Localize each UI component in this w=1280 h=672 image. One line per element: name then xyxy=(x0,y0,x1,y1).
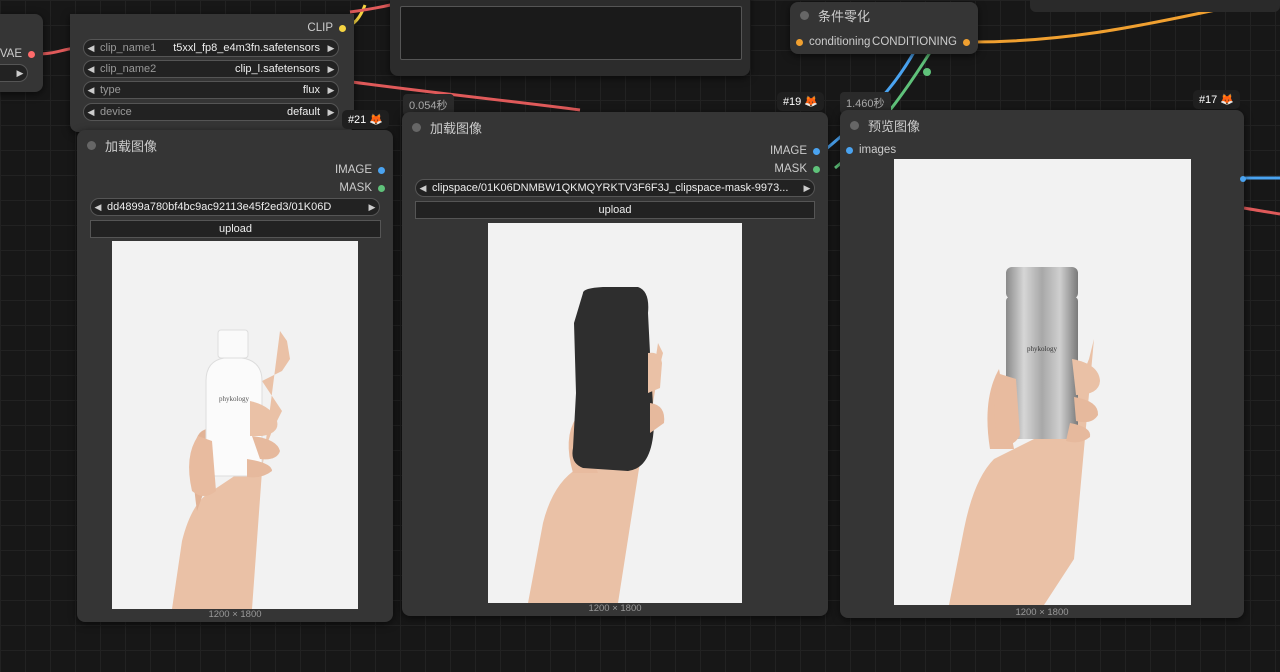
fox-icon: 🦊 xyxy=(1220,94,1234,106)
image-output-slot[interactable]: IMAGE xyxy=(335,164,385,176)
top-middle-node-inner xyxy=(400,6,742,60)
red-wire-1 xyxy=(351,80,581,112)
mask-output-slot[interactable]: MASK xyxy=(339,182,385,194)
fox-icon: 🦊 xyxy=(804,96,818,108)
node-id-badge: #19 🦊 xyxy=(776,92,824,111)
image-output-dot[interactable] xyxy=(813,147,820,155)
collapse-dot-icon[interactable] xyxy=(800,10,809,20)
top-right-node-edge xyxy=(1030,0,1280,12)
mask-output-slot[interactable]: MASK xyxy=(774,163,820,175)
preview-image-masked xyxy=(488,223,742,603)
image-file-widget[interactable]: ◀ dd4899a780bf4bc9ac92113e45f2ed3/01K06D… xyxy=(90,198,380,216)
masked-hand-photo xyxy=(488,223,742,603)
conditioning-zero-node[interactable]: 条件零化 conditioning CONDITIONING xyxy=(790,2,978,54)
collapse-dot-icon[interactable] xyxy=(87,140,96,150)
metal-bottle-photo: phykology xyxy=(894,159,1191,605)
preview-image-node-17[interactable]: #17 🦊 预览图像 images phykology 1200 × 1800 xyxy=(840,90,1244,618)
clip-name1-widget[interactable]: ◀ clip_name1 t5xxl_fp8_e4m3fn.safetensor… xyxy=(83,39,339,57)
image-dimensions: 1200 × 1800 xyxy=(1015,607,1069,618)
cond-output-slot[interactable]: CONDITIONING xyxy=(872,36,970,48)
clip-output-slot[interactable]: CLIP xyxy=(307,22,346,34)
svg-text:phykology: phykology xyxy=(1027,345,1057,353)
collapse-dot-icon[interactable] xyxy=(412,122,421,132)
node-title: 加载图像 xyxy=(105,138,158,154)
node-id-badge: #21 🦊 xyxy=(341,110,389,129)
images-input-dot[interactable] xyxy=(846,146,853,154)
chevron-right-icon[interactable]: ▶ xyxy=(324,43,338,54)
upload-button[interactable]: upload xyxy=(90,220,381,238)
load-image-node-19[interactable]: #19 🦊 加载图像 IMAGE MASK ◀ clipspace/01K06DN… xyxy=(402,92,828,616)
collapse-dot-icon[interactable] xyxy=(850,120,859,130)
images-input-slot[interactable]: images xyxy=(846,144,896,156)
chevron-right-icon[interactable]: ▶ xyxy=(324,85,338,96)
svg-text:phykology: phykology xyxy=(219,395,249,403)
cond-input-slot[interactable]: conditioning xyxy=(796,36,870,48)
clip-name2-widget[interactable]: ◀ clip_name2 clip_l.safetensors ▶ xyxy=(83,60,339,78)
chevron-left-icon[interactable]: ◀ xyxy=(416,183,430,194)
image-output-dot[interactable] xyxy=(378,166,385,174)
chevron-right-icon[interactable]: ▶ xyxy=(324,107,338,118)
chevron-right-icon[interactable]: ▶ xyxy=(324,64,338,75)
mask-output-dot[interactable] xyxy=(378,184,385,192)
clip-type-widget[interactable]: ◀ type flux ▶ xyxy=(83,81,339,99)
chevron-left-icon[interactable]: ◀ xyxy=(91,202,105,213)
top-middle-node[interactable] xyxy=(390,0,750,76)
load-image-node-21[interactable]: #21 🦊 加载图像 IMAGE MASK ◀ dd4899a780bf4bc9a… xyxy=(77,110,393,622)
fox-icon: 🦊 xyxy=(369,114,383,126)
clip-loader-node[interactable]: CLIP ◀ clip_name1 t5xxl_fp8_e4m3fn.safet… xyxy=(70,14,354,132)
chevron-left-icon[interactable]: ◀ xyxy=(84,64,98,75)
node-id-badge: #17 🦊 xyxy=(1192,90,1240,109)
node-title: 加载图像 xyxy=(430,120,483,136)
vae-output-slot[interactable]: VAE xyxy=(0,48,35,60)
cond-input-dot[interactable] xyxy=(796,38,803,46)
vae-loader-node[interactable]: VAE ▶ xyxy=(0,14,43,92)
red-wire-3 xyxy=(1243,206,1280,216)
node-title: 预览图像 xyxy=(868,118,921,134)
chevron-left-icon[interactable]: ◀ xyxy=(84,43,98,54)
vae-name-widget[interactable]: ▶ xyxy=(0,64,28,82)
node-header[interactable]: 加载图像 xyxy=(402,112,828,142)
mask-output-dot[interactable] xyxy=(813,165,820,173)
image-dimensions: 1200 × 1800 xyxy=(208,609,262,620)
chevron-right-icon[interactable]: ▶ xyxy=(365,202,379,213)
image-output-slot[interactable]: IMAGE xyxy=(770,145,820,157)
cond-node-title: 条件零化 xyxy=(818,8,871,24)
white-bottle-photo: phykology xyxy=(112,241,358,609)
image-file-widget[interactable]: ◀ clipspace/01K06DNMBW1QKMQYRKTV3F6F3J_c… xyxy=(415,179,815,197)
vae-output-dot[interactable] xyxy=(28,50,35,58)
chevron-left-icon[interactable]: ◀ xyxy=(84,107,98,118)
chevron-right-icon[interactable]: ▶ xyxy=(13,68,27,79)
chevron-left-icon[interactable]: ◀ xyxy=(84,85,98,96)
cond-output-dot[interactable] xyxy=(963,38,970,46)
node-header[interactable]: 预览图像 xyxy=(840,110,1244,140)
right-edge-wire-dot-blue xyxy=(1240,176,1246,182)
upload-button[interactable]: upload xyxy=(415,201,815,219)
preview-output-image: phykology xyxy=(894,159,1191,605)
image-dimensions: 1200 × 1800 xyxy=(588,603,642,614)
clip-device-widget[interactable]: ◀ device default ▶ xyxy=(83,103,339,121)
cond-node-header[interactable]: 条件零化 xyxy=(790,2,978,28)
preview-image-white-bottle: phykology xyxy=(112,241,358,609)
chevron-right-icon[interactable]: ▶ xyxy=(800,183,814,194)
node-header[interactable]: 加载图像 xyxy=(77,130,393,160)
clip-output-dot[interactable] xyxy=(339,24,346,32)
